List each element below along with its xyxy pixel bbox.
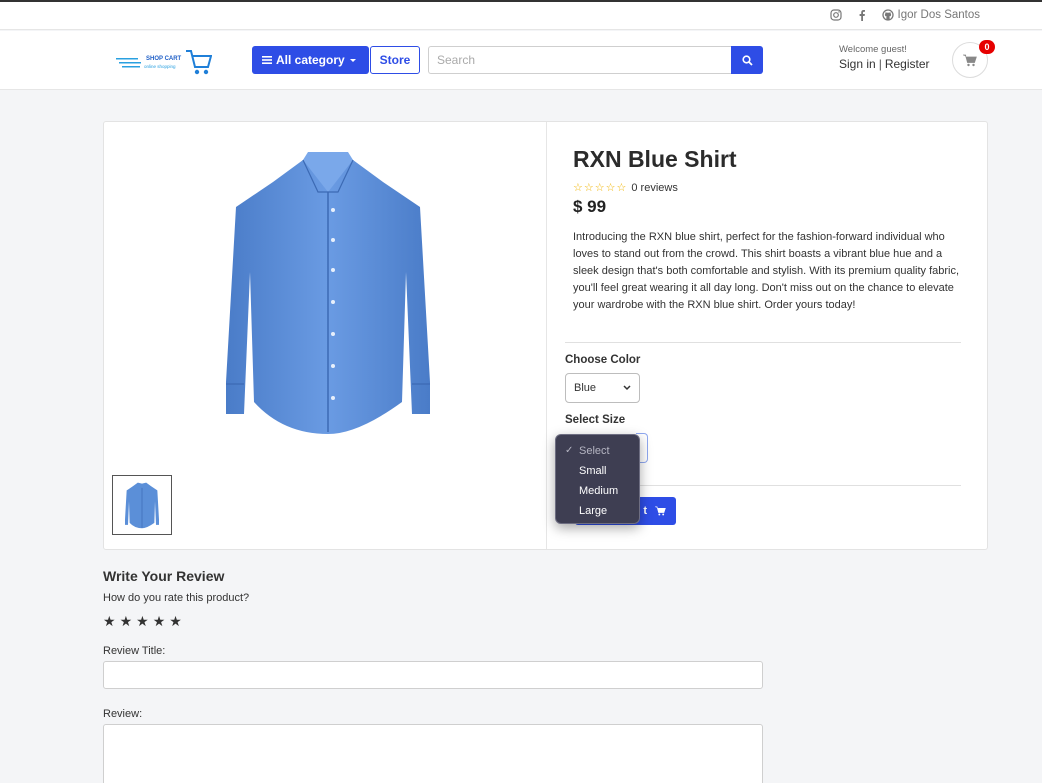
card-divider — [546, 122, 547, 549]
search-button[interactable] — [731, 46, 763, 74]
cart-count-badge: 0 — [979, 40, 995, 54]
product-rating: ☆ ☆ ☆ ☆ ☆ 0 reviews — [573, 181, 678, 195]
star-empty-icon: ☆ — [573, 182, 583, 194]
chevron-down-icon — [623, 385, 631, 391]
cart-icon — [963, 54, 977, 66]
logo-text: SHOP CART — [146, 56, 182, 62]
product-image[interactable] — [208, 152, 448, 437]
color-label: Choose Color — [565, 354, 641, 366]
search-icon — [741, 54, 753, 66]
checkmark-icon: ✓ — [565, 445, 574, 456]
star-empty-icon: ☆ — [605, 182, 616, 194]
review-star-input: ★ ★ ★ ★ ★ — [103, 613, 182, 630]
star-empty-icon: ☆ — [594, 182, 605, 194]
star-icon[interactable]: ★ — [169, 613, 182, 630]
add-to-cart-label: t — [643, 505, 647, 517]
product-thumbnail[interactable] — [112, 475, 172, 535]
size-option-large[interactable]: Large — [556, 501, 639, 521]
top-bar: Igor Dos Santos — [0, 2, 1042, 30]
review-heading: Write Your Review — [103, 568, 225, 584]
star-icon[interactable]: ★ — [136, 613, 149, 630]
color-select-value: Blue — [574, 382, 597, 394]
review-title-input[interactable] — [103, 661, 763, 689]
search-input[interactable] — [428, 46, 732, 74]
size-option-medium[interactable]: Medium — [556, 481, 639, 501]
menu-icon — [262, 56, 272, 64]
product-price: $ 99 — [573, 197, 607, 216]
github-icon — [881, 9, 894, 21]
shop-cart-logo[interactable]: SHOP CART online shopping — [116, 47, 212, 77]
all-category-label: All category — [276, 53, 345, 67]
star-icon[interactable]: ★ — [153, 613, 166, 630]
divider — [565, 342, 961, 343]
logo-tagline: online shopping — [144, 64, 176, 69]
size-option-select[interactable]: ✓ Select — [556, 441, 639, 461]
star-icon[interactable]: ★ — [120, 613, 133, 630]
auth-links: Sign in | Register — [839, 57, 930, 71]
author-name: Igor Dos Santos — [897, 9, 980, 21]
reviews-count: 0 reviews — [631, 181, 678, 194]
size-label: Select Size — [565, 414, 626, 426]
auth-separator: | — [878, 57, 882, 71]
caret-down-icon — [349, 59, 356, 62]
star-empty-icon: ☆ — [583, 182, 594, 194]
size-dropdown-menu: ✓ Select Small Medium Large — [555, 434, 640, 524]
review-title-label: Review Title: — [103, 645, 166, 657]
author-link[interactable]: Igor Dos Santos — [881, 9, 980, 21]
all-category-button[interactable]: All category — [252, 46, 369, 74]
welcome-text: Welcome guest! — [839, 44, 907, 55]
star-empty-icon: ☆ — [616, 182, 627, 194]
product-title: RXN Blue Shirt — [573, 146, 737, 172]
instagram-icon[interactable] — [829, 9, 842, 21]
thumbnail-image — [125, 482, 159, 529]
review-textarea[interactable] — [103, 724, 763, 783]
header: SHOP CART online shopping All category S… — [0, 31, 1042, 90]
star-icon[interactable]: ★ — [103, 613, 116, 630]
product-description: Introducing the RXN blue shirt, perfect … — [573, 231, 960, 311]
review-label: Review: — [103, 708, 143, 720]
size-option-small[interactable]: Small — [556, 461, 639, 481]
facebook-icon[interactable] — [856, 9, 868, 21]
sign-in-link[interactable]: Sign in — [839, 57, 876, 71]
social-links: Igor Dos Santos — [829, 9, 980, 21]
cart-icon — [655, 506, 666, 516]
color-select[interactable]: Blue — [565, 373, 640, 403]
product-card: RXN Blue Shirt ☆ ☆ ☆ ☆ ☆ 0 reviews $ 99 … — [103, 121, 988, 550]
store-button[interactable]: Store — [370, 46, 420, 74]
register-link[interactable]: Register — [885, 57, 930, 71]
review-question: How do you rate this product? — [103, 592, 250, 604]
